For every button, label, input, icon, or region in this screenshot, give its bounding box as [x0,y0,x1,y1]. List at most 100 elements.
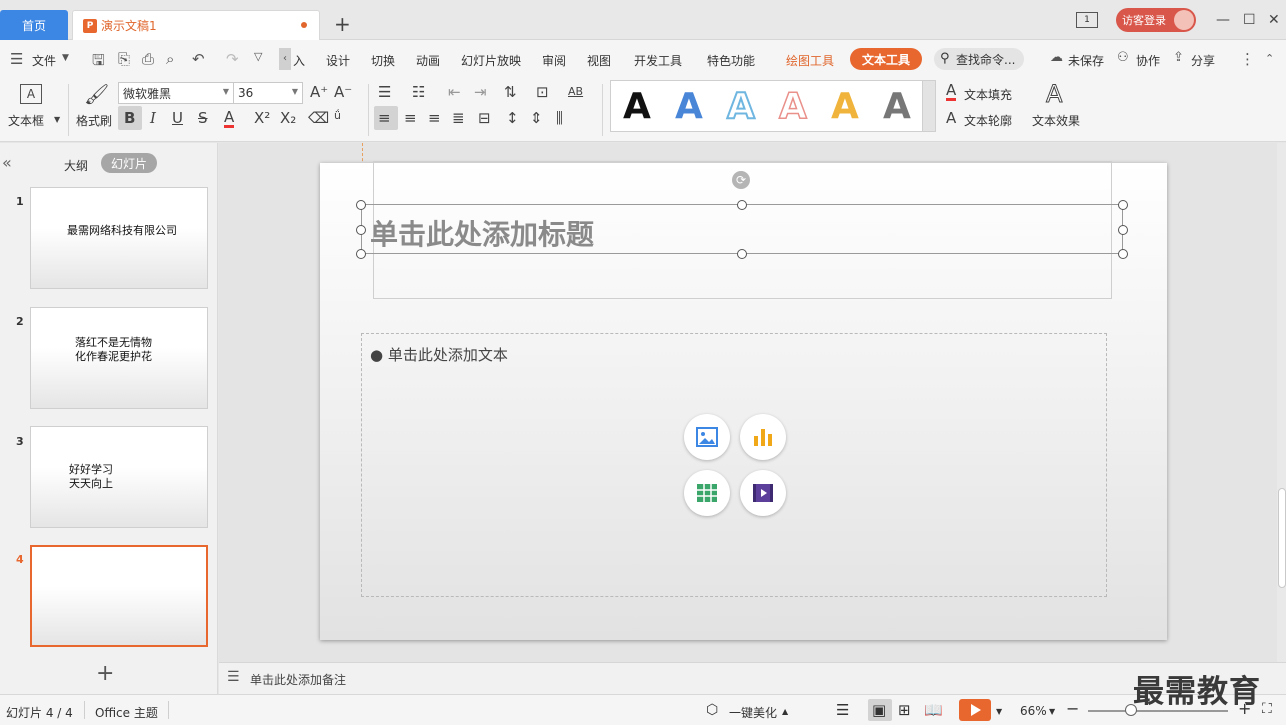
vertical-scrollbar[interactable] [1277,143,1286,662]
more-vertical-icon[interactable]: ⋮ [1240,50,1255,68]
text-style-light-blue-outline[interactable]: A [726,85,756,129]
title-placeholder[interactable]: 单击此处添加标题 [361,204,1123,254]
text-fill-button[interactable]: 文本填充 [964,86,1012,103]
page-count-badge[interactable]: 1 [1076,12,1098,28]
maximize-icon[interactable]: ☐ [1243,8,1256,32]
undo-icon[interactable]: ↶ [192,50,205,68]
justify-icon[interactable]: ≣ [452,109,465,127]
align-left-icon[interactable]: ≡ [378,109,391,127]
phonetic-guide-icon[interactable]: ǘ [334,109,341,122]
visitor-login-button[interactable]: 访客登录 [1116,8,1196,32]
italic-icon[interactable]: I [150,109,156,127]
text-style-gray[interactable]: A [883,85,911,129]
clear-format-icon[interactable]: ⌫ [308,109,329,127]
bullet-list-icon[interactable]: ☰ [378,83,391,101]
content-placeholder[interactable]: ● 单击此处添加文本 [361,333,1107,597]
increase-indent-icon[interactable]: ⇥ [474,83,487,101]
subscript-icon[interactable]: X₂ [280,109,296,127]
chevron-down-icon[interactable]: ▼ [54,115,60,124]
insert-chart-button[interactable] [740,414,786,460]
tab-document[interactable]: P 演示文稿1 [72,10,320,40]
zoom-out-icon[interactable]: − [1066,699,1079,718]
decrease-indent-icon[interactable]: ⇤ [448,83,461,101]
collaborate-button[interactable]: 协作 [1136,52,1160,69]
insert-table-button[interactable] [684,470,730,516]
text-effect-button[interactable]: 文本效果 [1032,112,1080,129]
minimize-icon[interactable]: — [1216,8,1230,32]
tab-slides[interactable]: 幻灯片 [101,153,157,173]
rotate-handle-icon[interactable]: ⟳ [732,171,750,189]
zoom-level[interactable]: 66% [1020,704,1047,718]
slide-thumbnail-3[interactable]: 好好学习 天天向上 [30,426,208,528]
format-painter-icon[interactable]: 🖌 [84,82,109,106]
format-painter-button[interactable]: 格式刷 [76,112,112,129]
normal-view-icon[interactable]: ▣ [872,701,886,719]
font-color-icon[interactable]: A [224,109,235,128]
chevron-down-icon[interactable]: ▼ [1049,707,1055,716]
resize-handle[interactable] [737,249,747,259]
text-style-orange[interactable]: A [831,85,859,129]
beautify-button[interactable]: 一键美化 [729,704,777,721]
columns-icon[interactable]: ⫼ [556,109,563,127]
align-center-icon[interactable]: ≡ [404,109,417,127]
text-style-black[interactable]: A [623,85,651,129]
insert-picture-button[interactable] [684,414,730,460]
export-icon[interactable]: ⎘ [118,50,130,68]
chevron-down-icon[interactable]: ▼ [62,53,69,63]
notes-toggle-icon[interactable]: ☰ [836,701,849,719]
text-effect-icon[interactable]: A [1045,80,1062,109]
slide-thumbnail-4[interactable] [30,545,208,647]
menu-design[interactable]: 设计 [326,52,350,69]
theme-name[interactable]: Office 主题 [95,704,158,721]
collapse-panel-icon[interactable]: « [2,153,12,172]
menu-review[interactable]: 审阅 [542,52,566,69]
resize-handle[interactable] [1118,200,1128,210]
fit-to-window-icon[interactable]: ⛶ [1262,701,1272,717]
reading-view-icon[interactable]: 📖 [924,701,943,719]
textbox-icon[interactable]: A [20,84,42,104]
command-search[interactable]: ⚲ 查找命令... [934,48,1024,70]
slide-thumbnail-1[interactable]: 最需网络科技有限公司 [30,187,208,289]
menu-file[interactable]: 文件 [32,52,56,69]
notes-placeholder[interactable]: 单击此处添加备注 [250,671,346,688]
text-outline-button[interactable]: 文本轮廓 [964,112,1012,129]
paragraph-spacing-icon[interactable]: ⇕ [530,109,543,127]
close-icon[interactable]: ✕ [1268,8,1280,32]
bold-icon[interactable]: B [124,109,135,127]
tab-home[interactable]: 首页 [0,10,68,40]
add-slide-button[interactable]: + [96,661,114,686]
share-button[interactable]: 分享 [1191,52,1215,69]
save-icon[interactable]: 🖫 [92,50,105,75]
add-tab-button[interactable]: + [334,14,351,34]
slide-thumbnail-2[interactable]: 落红不是无情物 化作春泥更护花 [30,307,208,409]
resize-handle[interactable] [356,225,366,235]
text-style-blue[interactable]: A [675,85,703,129]
menu-features[interactable]: 特色功能 [707,52,755,69]
more-icon[interactable]: ▽ [254,50,262,63]
chevron-up-icon[interactable]: ▲ [782,707,788,716]
textbox-button[interactable]: 文本框 [8,112,44,129]
redo-icon[interactable]: ↷ [226,50,239,68]
menu-drawing-tools[interactable]: 绘图工具 [786,52,834,69]
font-size-select[interactable]: 36 ▼ [233,82,303,104]
scroll-left-icon[interactable]: ‹ [279,48,291,70]
scrollbar-thumb[interactable] [1278,488,1286,588]
menu-view[interactable]: 视图 [587,52,611,69]
decrease-font-icon[interactable]: A⁻ [334,83,352,101]
text-style-gallery-scroll[interactable] [922,80,936,132]
numbered-list-icon[interactable]: ☷ [412,83,425,101]
distribute-icon[interactable]: ⊟ [478,109,491,127]
underline-icon[interactable]: U [172,109,183,127]
line-spacing-icon[interactable]: ↕ [506,109,519,127]
font-name-select[interactable]: 微软雅黑 ▼ [118,82,234,104]
notes-bar[interactable]: ☰ 单击此处添加备注 [219,662,1286,694]
strikethrough-icon[interactable]: S [198,109,208,127]
menu-slideshow[interactable]: 幻灯片放映 [461,52,521,69]
menu-developer[interactable]: 开发工具 [634,52,682,69]
tab-outline[interactable]: 大纲 [64,157,88,174]
print-icon[interactable]: ⎙ [142,50,154,68]
menu-text-tools[interactable]: 文本工具 [850,48,923,70]
text-spacing-icon[interactable]: AB [568,85,583,98]
menu-insert[interactable]: 入 [293,52,305,69]
text-direction-icon[interactable]: ⇅ [504,83,517,101]
